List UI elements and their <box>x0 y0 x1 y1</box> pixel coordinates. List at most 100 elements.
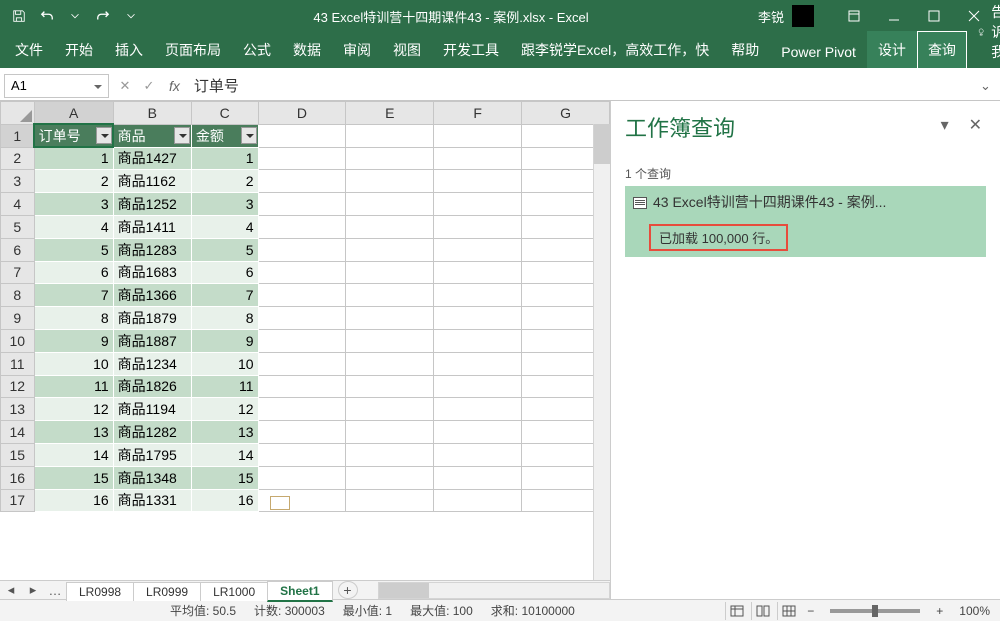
tab-formulas[interactable]: 公式 <box>232 31 282 68</box>
row-header[interactable]: 5 <box>1 215 35 238</box>
pane-menu-icon[interactable]: ▾ <box>941 115 949 135</box>
cell[interactable]: 12 <box>191 398 258 421</box>
table-row[interactable]: 13 12 商品1194 12 <box>1 398 610 421</box>
cell[interactable]: 商品1234 <box>113 352 191 375</box>
table-row[interactable]: 6 5 商品1283 5 <box>1 238 610 261</box>
cell[interactable]: 3 <box>34 193 113 216</box>
cell[interactable]: 8 <box>191 307 258 330</box>
cell[interactable]: 11 <box>34 375 113 398</box>
row-header[interactable]: 12 <box>1 375 35 398</box>
cell[interactable]: 6 <box>34 261 113 284</box>
tab-data[interactable]: 数据 <box>282 31 332 68</box>
fx-icon[interactable]: fx <box>169 78 180 94</box>
cell[interactable]: 商品1348 <box>113 466 191 489</box>
table-row[interactable]: 15 14 商品1795 14 <box>1 443 610 466</box>
row-header[interactable]: 3 <box>1 170 35 193</box>
col-header-a[interactable]: A <box>34 102 113 125</box>
tab-file[interactable]: 文件 <box>4 31 54 68</box>
row-header[interactable]: 2 <box>1 147 35 170</box>
row-header[interactable]: 4 <box>1 193 35 216</box>
table-row[interactable]: 16 15 商品1348 15 <box>1 466 610 489</box>
cell[interactable]: 商品1887 <box>113 329 191 352</box>
cell[interactable]: 15 <box>34 466 113 489</box>
tab-power-pivot[interactable]: Power Pivot <box>770 35 867 68</box>
zoom-slider[interactable] <box>830 609 920 613</box>
sheet-tab-active[interactable]: Sheet1 <box>267 581 332 602</box>
cell[interactable]: 商品1366 <box>113 284 191 307</box>
row-header[interactable]: 1 <box>1 124 35 147</box>
table-row[interactable]: 9 8 商品1879 8 <box>1 307 610 330</box>
cell[interactable]: 7 <box>34 284 113 307</box>
table-row[interactable]: 10 9 商品1887 9 <box>1 329 610 352</box>
qat-customize-icon[interactable] <box>118 3 144 29</box>
row-header[interactable]: 8 <box>1 284 35 307</box>
sheet-nav-prev-icon[interactable]: ◂ <box>0 581 22 599</box>
cell[interactable]: 7 <box>191 284 258 307</box>
cell[interactable]: 1 <box>191 147 258 170</box>
zoom-level[interactable]: 100% <box>959 604 990 618</box>
row-header[interactable]: 14 <box>1 421 35 444</box>
cell-c1[interactable]: 金额 <box>191 124 258 147</box>
cell[interactable]: 14 <box>34 443 113 466</box>
table-row[interactable]: 5 4 商品1411 4 <box>1 215 610 238</box>
cell[interactable]: 3 <box>191 193 258 216</box>
cell[interactable]: 商品1331 <box>113 489 191 512</box>
tab-developer[interactable]: 开发工具 <box>432 31 510 68</box>
table-row[interactable]: 17 16 商品1331 16 <box>1 489 610 512</box>
cell[interactable]: 商品1427 <box>113 147 191 170</box>
cell[interactable]: 商品1879 <box>113 307 191 330</box>
account-user[interactable]: 李锐 <box>758 5 814 27</box>
row-header[interactable]: 9 <box>1 307 35 330</box>
cell[interactable]: 6 <box>191 261 258 284</box>
cell[interactable]: 商品1283 <box>113 238 191 261</box>
sheet-nav-next-icon[interactable]: ▸ <box>22 581 44 599</box>
col-header-d[interactable]: D <box>258 102 346 125</box>
table-row[interactable]: 4 3 商品1252 3 <box>1 193 610 216</box>
cell[interactable]: 4 <box>191 215 258 238</box>
cell[interactable]: 5 <box>34 238 113 261</box>
expand-formula-icon[interactable]: ⌄ <box>980 78 1000 94</box>
col-header-e[interactable]: E <box>346 102 434 125</box>
row-header[interactable]: 10 <box>1 329 35 352</box>
cell[interactable]: 5 <box>191 238 258 261</box>
tab-insert[interactable]: 插入 <box>104 31 154 68</box>
paste-options-icon[interactable] <box>270 496 290 510</box>
filter-dropdown-icon[interactable] <box>96 127 112 144</box>
cell[interactable]: 14 <box>191 443 258 466</box>
cell[interactable]: 2 <box>34 170 113 193</box>
ribbon-options-icon[interactable] <box>834 1 874 31</box>
undo-dropdown-icon[interactable] <box>62 3 88 29</box>
cell-a1[interactable]: 订单号 <box>34 124 113 147</box>
zoom-out-icon[interactable]: − <box>803 604 818 618</box>
cell[interactable]: 10 <box>34 352 113 375</box>
save-icon[interactable] <box>6 3 32 29</box>
cell[interactable]: 13 <box>191 421 258 444</box>
cell[interactable]: 商品1411 <box>113 215 191 238</box>
enter-formula-icon[interactable]: ✓ <box>137 74 161 98</box>
cell[interactable]: 16 <box>191 489 258 512</box>
cell[interactable]: 商品1162 <box>113 170 191 193</box>
horizontal-scrollbar[interactable] <box>378 582 611 599</box>
tell-me-search[interactable]: 告诉我 <box>967 0 1000 68</box>
name-box[interactable]: A1 <box>4 74 109 98</box>
cell[interactable]: 商品1194 <box>113 398 191 421</box>
tab-home[interactable]: 开始 <box>54 31 104 68</box>
zoom-in-icon[interactable]: + <box>932 604 947 618</box>
row-header[interactable]: 15 <box>1 443 35 466</box>
table-row[interactable]: 14 13 商品1282 13 <box>1 421 610 444</box>
sheet-more[interactable]: … <box>44 581 66 599</box>
cell-b1[interactable]: 商品 <box>113 124 191 147</box>
cell[interactable]: 商品1683 <box>113 261 191 284</box>
tab-custom[interactable]: 跟李锐学Excel，高效工作，快 <box>510 31 720 68</box>
cell[interactable]: 9 <box>191 329 258 352</box>
row-header[interactable]: 13 <box>1 398 35 421</box>
add-sheet-icon[interactable]: + <box>338 581 358 599</box>
tab-view[interactable]: 视图 <box>382 31 432 68</box>
cell[interactable]: 15 <box>191 466 258 489</box>
filter-dropdown-icon[interactable] <box>174 127 190 144</box>
cell[interactable]: 8 <box>34 307 113 330</box>
table-row[interactable]: 7 6 商品1683 6 <box>1 261 610 284</box>
cell[interactable]: 11 <box>191 375 258 398</box>
table-row[interactable]: 8 7 商品1366 7 <box>1 284 610 307</box>
row-header[interactable]: 11 <box>1 352 35 375</box>
